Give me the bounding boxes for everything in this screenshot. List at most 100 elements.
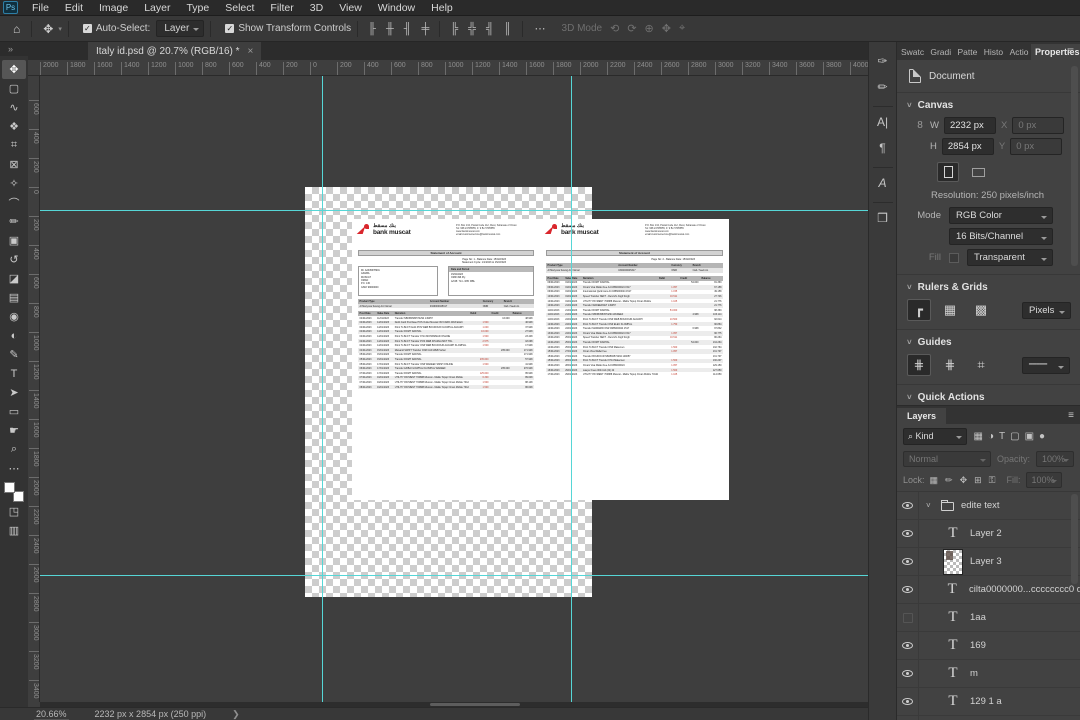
layer-row[interactable]: T01.01.1990: [897, 715, 1080, 720]
toggle-rulers-icon[interactable]: ┏: [907, 299, 931, 321]
move-tool[interactable]: ✥: [2, 60, 26, 79]
layer-row[interactable]: Tm: [897, 659, 1080, 688]
fill-checkbox[interactable]: [949, 252, 959, 263]
3d-slide-icon[interactable]: ✥: [662, 22, 671, 35]
frame-tool[interactable]: ⊠: [2, 155, 26, 174]
layers-scrollbar[interactable]: [1071, 494, 1078, 584]
visibility-toggle[interactable]: [897, 687, 919, 716]
tab-histo[interactable]: Histo: [980, 44, 1006, 60]
color-swatches[interactable]: [4, 482, 24, 502]
align-middle-icon[interactable]: ╪: [422, 23, 430, 35]
visibility-toggle[interactable]: [897, 631, 919, 660]
marquee-tool[interactable]: ▢: [2, 79, 26, 98]
object-selection-tool[interactable]: ❖: [2, 117, 26, 136]
lasso-tool[interactable]: ∿: [2, 98, 26, 117]
tab-actio[interactable]: Actio: [1006, 44, 1031, 60]
collapse-left-dock-icon[interactable]: »: [8, 44, 13, 54]
menu-select[interactable]: Select: [217, 2, 262, 14]
chevron-down-icon[interactable]: ▾: [58, 25, 62, 33]
history-brush-tool[interactable]: ↺: [2, 250, 26, 269]
distribute-gap-icon[interactable]: ║: [504, 23, 512, 35]
brushes-icon[interactable]: ✏: [872, 76, 894, 98]
menu-type[interactable]: Type: [178, 2, 217, 14]
type-tool[interactable]: T: [2, 364, 26, 383]
paragraph-panel-icon[interactable]: ¶: [872, 137, 894, 159]
3d-orbit-icon[interactable]: ⟲: [610, 22, 619, 35]
toggle-grid-icon[interactable]: ▦: [938, 299, 962, 321]
eyedropper-tool[interactable]: ✧: [2, 174, 26, 193]
filter-kind-dropdown[interactable]: ⌕ Kind: [903, 428, 967, 445]
canvas-viewport[interactable]: بنك مسقط bank muscat P.O. Box 134, Postal …: [40, 76, 868, 702]
horizontal-scrollbar-thumb[interactable]: [430, 703, 520, 706]
menu-window[interactable]: Window: [370, 2, 423, 14]
lock-position-icon[interactable]: ✥: [960, 475, 968, 486]
layer-row[interactable]: T 1aa: [897, 603, 1080, 632]
visibility-toggle[interactable]: [897, 547, 919, 576]
horizontal-ruler[interactable]: 2000 1800 1600 1400 1200 1000 800 600 400 200 0 200…: [28, 60, 868, 76]
layer-row[interactable]: T Layer 2: [897, 519, 1080, 548]
brush-settings-icon[interactable]: ✑: [872, 50, 894, 72]
menu-help[interactable]: Help: [423, 2, 461, 14]
visibility-toggle[interactable]: [897, 603, 919, 632]
healing-brush-tool[interactable]: ⌒: [2, 193, 26, 212]
foreground-color-swatch[interactable]: [4, 482, 15, 493]
distribute-bottom-icon[interactable]: ╣: [486, 23, 494, 35]
auto-select-target-dropdown[interactable]: Layer: [156, 20, 205, 37]
menu-filter[interactable]: Filter: [262, 2, 301, 14]
height-field[interactable]: 2854 px: [941, 138, 994, 155]
menu-image[interactable]: Image: [91, 2, 136, 14]
tab-gradi[interactable]: Gradi: [926, 44, 953, 60]
menu-layer[interactable]: Layer: [136, 2, 178, 14]
auto-select-checkbox[interactable]: ✓: [82, 24, 92, 33]
filter-pixel-icon[interactable]: ▦: [971, 431, 985, 442]
align-left-icon[interactable]: ╟: [368, 23, 376, 35]
3d-camera-icon[interactable]: ⌖: [679, 22, 685, 35]
distribute-top-icon[interactable]: ╠: [450, 23, 458, 35]
lock-all-icon[interactable]: ⚿: [989, 475, 996, 486]
guide-line[interactable]: [322, 76, 323, 702]
toggle-guides-icon[interactable]: ⋕: [907, 354, 931, 376]
guide-line[interactable]: [571, 76, 572, 702]
visibility-toggle[interactable]: [897, 575, 919, 604]
menu-3d[interactable]: 3D: [302, 2, 331, 14]
orientation-portrait-button[interactable]: [937, 162, 959, 182]
quick-mask-button[interactable]: ◳: [2, 502, 26, 521]
toggle-snap-icon[interactable]: ▩: [969, 299, 993, 321]
status-chevron-icon[interactable]: ❯: [232, 709, 240, 720]
width-field[interactable]: 2232 px: [943, 117, 996, 134]
tab-layers[interactable]: Layers: [897, 408, 947, 424]
visibility-toggle[interactable]: [897, 492, 919, 520]
orientation-landscape-button[interactable]: [967, 162, 989, 182]
screen-mode-button[interactable]: ▥: [2, 521, 26, 540]
fill-dropdown[interactable]: Transparent: [967, 249, 1053, 266]
filter-on-icon[interactable]: ●: [1037, 431, 1048, 442]
more-options-icon[interactable]: ⋯: [529, 22, 552, 35]
guide-line[interactable]: [40, 210, 868, 211]
home-icon[interactable]: ⌂: [8, 22, 25, 36]
ruler-units-dropdown[interactable]: Pixels: [1022, 301, 1072, 319]
pen-tool[interactable]: ✎: [2, 345, 26, 364]
hand-tool[interactable]: ☛: [2, 421, 26, 440]
guide-line[interactable]: [40, 575, 868, 576]
distribute-center-icon[interactable]: ╬: [468, 23, 476, 35]
tab-swatc[interactable]: Swatc: [897, 44, 926, 60]
crop-tool[interactable]: ⌗: [2, 136, 26, 155]
glyphs-panel-icon[interactable]: A: [872, 172, 894, 194]
layer-row[interactable]: Tcilta0000000...cccccccc0 d: [897, 575, 1080, 604]
close-tab-icon[interactable]: ×: [248, 46, 254, 57]
filter-smart-icon[interactable]: ▣: [1022, 431, 1036, 442]
panel-menu-icon[interactable]: ≡: [1068, 46, 1074, 57]
canvas-section-header[interactable]: ˅ Canvas: [897, 93, 1080, 115]
filter-shape-icon[interactable]: ▢: [1008, 431, 1022, 442]
group-expand-chevron-icon[interactable]: ˅: [926, 501, 934, 510]
brush-tool[interactable]: ✏: [2, 212, 26, 231]
bit-depth-dropdown[interactable]: 16 Bits/Channel: [949, 228, 1053, 245]
lock-guides-icon[interactable]: ⋕: [938, 354, 962, 376]
layer-row[interactable]: Layer 3: [897, 547, 1080, 576]
layer-row[interactable]: ˅ edite text: [897, 492, 1080, 520]
align-right-icon[interactable]: ╢: [404, 23, 412, 35]
lock-transparent-icon[interactable]: ▦: [930, 475, 939, 486]
visibility-toggle[interactable]: [897, 715, 919, 720]
layer-row[interactable]: T 129 1 a: [897, 687, 1080, 716]
quick-actions-section-header[interactable]: ˅ Quick Actions: [897, 385, 1080, 405]
